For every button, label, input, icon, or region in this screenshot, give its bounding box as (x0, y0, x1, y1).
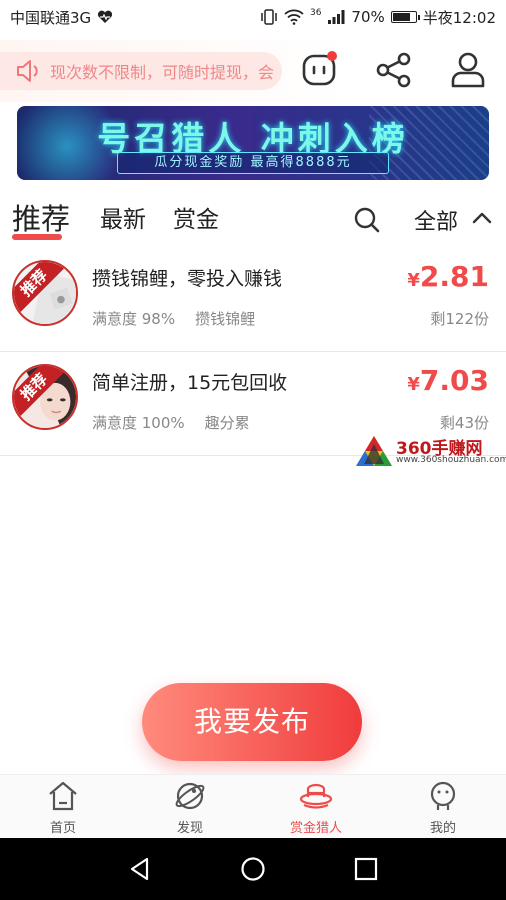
task-satisfaction: 满意度 100% (92, 414, 185, 432)
publish-button[interactable]: 我要发布 (142, 683, 362, 761)
currency-symbol: ¥ (407, 374, 420, 395)
message-icon[interactable] (300, 50, 340, 90)
filter-dropdown[interactable]: 全部 (414, 204, 458, 236)
search-icon[interactable] (353, 206, 381, 234)
task-remaining: 剩43份 (439, 414, 489, 432)
tab-bounty[interactable]: 赏金 (173, 200, 219, 234)
battery-percent: 70% (351, 8, 385, 26)
watermark-logo-icon (356, 436, 392, 466)
task-remaining: 剩122份 (430, 310, 489, 328)
wifi-icon (284, 9, 304, 25)
task-list-item[interactable]: 推荐 攒钱锦鲤，零投入赚钱 满意度 98% 攒钱锦鲤 ¥2.81 剩122份 (0, 248, 506, 352)
planet-icon (175, 782, 205, 810)
task-publisher: 趣分累 (204, 414, 250, 432)
tab-latest[interactable]: 最新 (100, 200, 146, 234)
notice-text: 现次数不限制，可随时提现，会 (50, 63, 275, 82)
back-icon[interactable] (126, 855, 154, 883)
network-type-label: 36 (309, 8, 322, 18)
task-avatar: 推荐 (12, 364, 78, 430)
price-value: 7.03 (419, 364, 489, 397)
heart-monitor-icon (98, 10, 113, 23)
nav-discover-label: 发现 (176, 821, 203, 836)
currency-symbol: ¥ (407, 270, 420, 291)
clock: 半夜12:02 (422, 8, 496, 27)
nav-home[interactable]: 首页 (18, 779, 108, 836)
watermark: 360手赚网 www.360shouzhuan.com (354, 434, 506, 468)
active-tab-indicator (12, 234, 62, 240)
task-title: 攒钱锦鲤，零投入赚钱 (92, 268, 283, 290)
signal-icon (328, 10, 345, 24)
task-publisher: 攒钱锦鲤 (195, 310, 256, 328)
nav-profile-label: 我的 (429, 821, 456, 836)
nav-profile[interactable]: 我的 (398, 779, 488, 836)
battery-icon (390, 11, 420, 23)
price-value: 2.81 (419, 260, 489, 293)
user-icon[interactable] (448, 50, 488, 90)
system-navigation-bar (0, 838, 506, 900)
watermark-url: www.360shouzhuan.com (396, 455, 506, 465)
share-icon[interactable] (374, 50, 414, 90)
task-price: ¥7.03 (407, 364, 489, 397)
nav-home-label: 首页 (49, 821, 76, 836)
notice-marquee[interactable]: 现次数不限制，可随时提现，会 (0, 52, 282, 90)
recent-apps-icon[interactable] (352, 855, 380, 883)
profile-icon (430, 781, 456, 810)
carrier-label: 中国联通3G (10, 8, 92, 27)
notification-dot (327, 51, 337, 61)
nav-bounty-hunter-label: 赏金猎人 (289, 821, 342, 836)
task-avatar: 推荐 (12, 260, 78, 326)
speaker-icon (17, 60, 38, 82)
nav-discover[interactable]: 发现 (145, 779, 235, 836)
task-meta: 满意度 98% 攒钱锦鲤 (92, 308, 255, 329)
category-tabs: 推荐 最新 赏金 全部 (0, 196, 506, 250)
task-satisfaction: 满意度 98% (92, 310, 176, 328)
task-meta: 满意度 100% 趣分累 (92, 412, 250, 433)
hunter-hat-icon (299, 783, 333, 809)
bottom-navigation: 首页 发现 赏金猎人 我的 (0, 774, 506, 838)
vibrate-icon (261, 9, 277, 25)
tab-recommended[interactable]: 推荐 (12, 196, 70, 238)
home-icon (49, 781, 77, 811)
task-price: ¥2.81 (407, 260, 489, 293)
task-title: 简单注册，15元包回收 (92, 372, 288, 394)
home-circle-icon[interactable] (239, 855, 267, 883)
status-bar: 中国联通3G 36 70% 半夜12:02 (0, 0, 506, 34)
nav-bounty-hunter[interactable]: 赏金猎人 (271, 779, 361, 836)
banner-subtitle: 瓜分现金奖励 最高得8888元 (117, 152, 389, 174)
chevron-up-icon[interactable] (470, 206, 494, 230)
top-header: 现次数不限制，可随时提现，会 (0, 40, 506, 102)
promo-banner[interactable]: 号召猎人 冲刺入榜 瓜分现金奖励 最高得8888元 (17, 106, 489, 180)
